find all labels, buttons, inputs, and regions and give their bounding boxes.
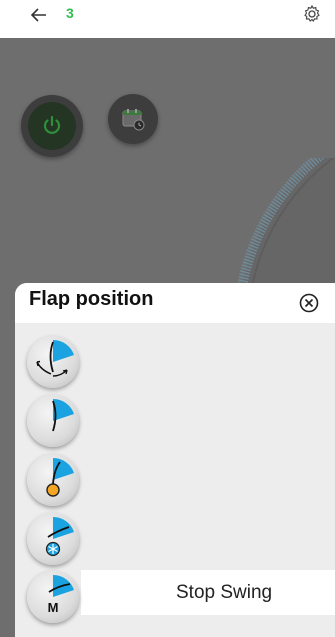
active-mode-label: Stop Swing <box>81 570 335 615</box>
flap-fan-button[interactable] <box>27 513 79 565</box>
flap-position-icon <box>52 398 74 432</box>
flap-position-panel: Flap position Stop Swing M <box>15 283 335 637</box>
power-icon <box>43 115 61 134</box>
schedule-button[interactable] <box>108 94 158 144</box>
flap-fan-icon <box>45 516 74 557</box>
stop-swing-label: Stop Swing <box>176 582 273 603</box>
power-button[interactable] <box>21 95 83 157</box>
manual-badge: M <box>48 600 59 615</box>
flap-swing-button[interactable] <box>27 336 79 388</box>
flap-position-button[interactable] <box>27 395 79 447</box>
flap-sun-icon <box>46 457 74 497</box>
calendar-clock-icon <box>122 109 145 131</box>
panel-header: Flap position <box>15 283 335 323</box>
device-number: 3 <box>66 5 74 21</box>
panel-title: Flap position <box>29 288 154 310</box>
flap-swing-icon <box>36 339 74 377</box>
top-bar: 3 <box>0 0 335 38</box>
flap-sun-button[interactable] <box>27 454 79 506</box>
flap-manual-button[interactable]: M <box>27 571 79 623</box>
label-pointer <box>81 570 111 615</box>
close-icon[interactable] <box>298 292 320 314</box>
flap-manual-icon: M <box>48 574 74 615</box>
settings-gear-icon[interactable] <box>301 3 323 25</box>
back-arrow-icon[interactable] <box>28 4 50 26</box>
